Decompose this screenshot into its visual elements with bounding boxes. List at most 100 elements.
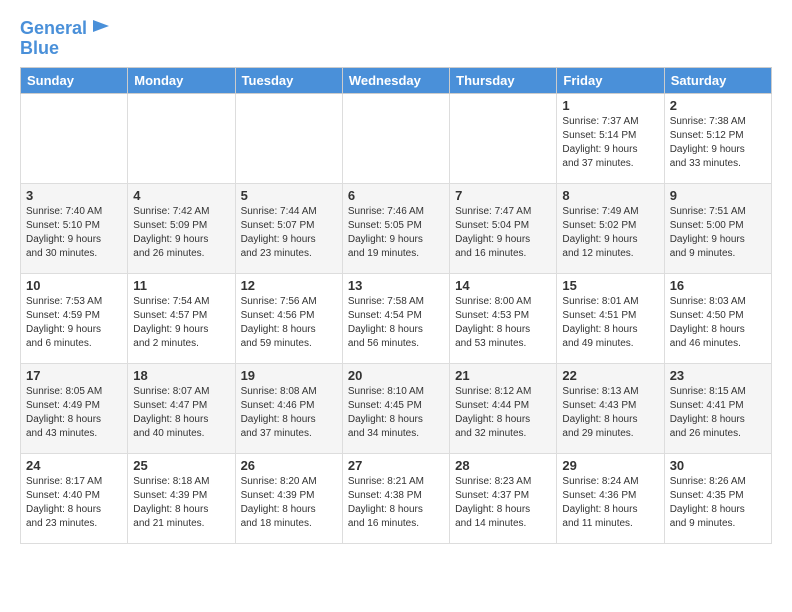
day-info: Sunrise: 7:49 AM Sunset: 5:02 PM Dayligh… — [562, 205, 658, 261]
weekday-header-wednesday: Wednesday — [342, 67, 449, 93]
calendar-cell: 23Sunrise: 8:15 AM Sunset: 4:41 PM Dayli… — [664, 363, 771, 453]
calendar-cell: 5 Sunrise: 7:44 AM Sunset: 5:07 PM Daylig… — [235, 183, 342, 273]
calendar-cell: 6 Sunrise: 7:46 AM Sunset: 5:05 PM Daylig… — [342, 183, 449, 273]
weekday-header-tuesday: Tuesday — [235, 67, 342, 93]
day-number: 27 — [348, 458, 444, 473]
calendar-week-row: 24 Sunrise: 8:17 AM Sunset: 4:40 PM Dayli… — [21, 453, 772, 543]
weekday-header-friday: Friday — [557, 67, 664, 93]
day-info: Sunrise: 7:51 AM Sunset: 5:00 PM Dayligh… — [670, 205, 766, 261]
day-number: 20 — [348, 368, 444, 383]
day-info: Sunrise: 8:23 AM Sunset: 4:37 PM Dayligh… — [455, 475, 551, 531]
weekday-header-monday: Monday — [128, 67, 235, 93]
calendar-cell: 28 Sunrise: 8:23 AM Sunset: 4:37 PM Dayli… — [450, 453, 557, 543]
calendar-week-row: 1 Sunrise: 7:37 AM Sunset: 5:14 PM Daylig… — [21, 93, 772, 183]
day-number: 19 — [241, 368, 337, 383]
logo: General Blue — [20, 16, 111, 59]
day-info: Sunrise: 8:20 AM Sunset: 4:39 PM Dayligh… — [241, 475, 337, 531]
day-info: Sunrise: 8:13 AM Sunset: 4:43 PM Dayligh… — [562, 385, 658, 441]
day-info: Sunrise: 8:18 AM Sunset: 4:39 PM Dayligh… — [133, 475, 229, 531]
calendar-cell: 3Sunrise: 7:40 AM Sunset: 5:10 PM Daylig… — [21, 183, 128, 273]
day-info: Sunrise: 8:17 AM Sunset: 4:40 PM Dayligh… — [26, 475, 122, 531]
calendar-cell — [21, 93, 128, 183]
day-number: 16 — [670, 278, 766, 293]
day-number: 2 — [670, 98, 766, 113]
calendar-header-row: SundayMondayTuesdayWednesdayThursdayFrid… — [21, 67, 772, 93]
day-number: 24 — [26, 458, 122, 473]
day-info: Sunrise: 8:00 AM Sunset: 4:53 PM Dayligh… — [455, 295, 551, 351]
day-number: 29 — [562, 458, 658, 473]
day-number: 11 — [133, 278, 229, 293]
calendar-cell: 15Sunrise: 8:01 AM Sunset: 4:51 PM Dayli… — [557, 273, 664, 363]
day-number: 10 — [26, 278, 122, 293]
day-info: Sunrise: 8:21 AM Sunset: 4:38 PM Dayligh… — [348, 475, 444, 531]
day-info: Sunrise: 7:54 AM Sunset: 4:57 PM Dayligh… — [133, 295, 229, 351]
day-info: Sunrise: 7:58 AM Sunset: 4:54 PM Dayligh… — [348, 295, 444, 351]
calendar-cell: 16 Sunrise: 8:03 AM Sunset: 4:50 PM Dayli… — [664, 273, 771, 363]
day-info: Sunrise: 8:07 AM Sunset: 4:47 PM Dayligh… — [133, 385, 229, 441]
calendar-cell: 25 Sunrise: 8:18 AM Sunset: 4:39 PM Dayli… — [128, 453, 235, 543]
calendar-cell: 27 Sunrise: 8:21 AM Sunset: 4:38 PM Dayli… — [342, 453, 449, 543]
calendar-cell: 21 Sunrise: 8:12 AM Sunset: 4:44 PM Dayli… — [450, 363, 557, 453]
day-number: 1 — [562, 98, 658, 113]
logo-arrow-icon — [91, 16, 111, 36]
calendar-cell: 20 Sunrise: 8:10 AM Sunset: 4:45 PM Dayli… — [342, 363, 449, 453]
weekday-header-sunday: Sunday — [21, 67, 128, 93]
calendar-cell: 14 Sunrise: 8:00 AM Sunset: 4:53 PM Dayli… — [450, 273, 557, 363]
day-number: 28 — [455, 458, 551, 473]
day-number: 5 — [241, 188, 337, 203]
calendar-cell: 2 Sunrise: 7:38 AM Sunset: 5:12 PM Daylig… — [664, 93, 771, 183]
calendar-cell — [450, 93, 557, 183]
day-number: 18 — [133, 368, 229, 383]
calendar-cell: 1 Sunrise: 7:37 AM Sunset: 5:14 PM Daylig… — [557, 93, 664, 183]
day-number: 7 — [455, 188, 551, 203]
day-number: 8 — [562, 188, 658, 203]
day-number: 9 — [670, 188, 766, 203]
day-info: Sunrise: 7:47 AM Sunset: 5:04 PM Dayligh… — [455, 205, 551, 261]
day-number: 12 — [241, 278, 337, 293]
page-header: General Blue — [20, 16, 772, 59]
day-info: Sunrise: 7:37 AM Sunset: 5:14 PM Dayligh… — [562, 115, 658, 171]
day-info: Sunrise: 7:53 AM Sunset: 4:59 PM Dayligh… — [26, 295, 122, 351]
day-number: 4 — [133, 188, 229, 203]
calendar-cell: 9 Sunrise: 7:51 AM Sunset: 5:00 PM Daylig… — [664, 183, 771, 273]
calendar-cell — [342, 93, 449, 183]
calendar-week-row: 10 Sunrise: 7:53 AM Sunset: 4:59 PM Dayli… — [21, 273, 772, 363]
day-number: 22 — [562, 368, 658, 383]
calendar-cell: 19 Sunrise: 8:08 AM Sunset: 4:46 PM Dayli… — [235, 363, 342, 453]
day-info: Sunrise: 8:03 AM Sunset: 4:50 PM Dayligh… — [670, 295, 766, 351]
day-info: Sunrise: 7:56 AM Sunset: 4:56 PM Dayligh… — [241, 295, 337, 351]
day-info: Sunrise: 8:24 AM Sunset: 4:36 PM Dayligh… — [562, 475, 658, 531]
calendar-cell — [235, 93, 342, 183]
day-number: 3 — [26, 188, 122, 203]
day-info: Sunrise: 7:44 AM Sunset: 5:07 PM Dayligh… — [241, 205, 337, 261]
weekday-header-thursday: Thursday — [450, 67, 557, 93]
calendar-cell: 7 Sunrise: 7:47 AM Sunset: 5:04 PM Daylig… — [450, 183, 557, 273]
day-info: Sunrise: 8:08 AM Sunset: 4:46 PM Dayligh… — [241, 385, 337, 441]
day-info: Sunrise: 8:10 AM Sunset: 4:45 PM Dayligh… — [348, 385, 444, 441]
day-number: 14 — [455, 278, 551, 293]
calendar-cell: 12 Sunrise: 7:56 AM Sunset: 4:56 PM Dayli… — [235, 273, 342, 363]
logo-text-line2: Blue — [20, 39, 59, 59]
day-number: 15 — [562, 278, 658, 293]
calendar-cell: 4Sunrise: 7:42 AM Sunset: 5:09 PM Daylig… — [128, 183, 235, 273]
day-info: Sunrise: 8:05 AM Sunset: 4:49 PM Dayligh… — [26, 385, 122, 441]
day-number: 21 — [455, 368, 551, 383]
day-info: Sunrise: 8:15 AM Sunset: 4:41 PM Dayligh… — [670, 385, 766, 441]
calendar-table: SundayMondayTuesdayWednesdayThursdayFrid… — [20, 67, 772, 544]
day-info: Sunrise: 7:46 AM Sunset: 5:05 PM Dayligh… — [348, 205, 444, 261]
day-info: Sunrise: 8:12 AM Sunset: 4:44 PM Dayligh… — [455, 385, 551, 441]
calendar-week-row: 3Sunrise: 7:40 AM Sunset: 5:10 PM Daylig… — [21, 183, 772, 273]
day-info: Sunrise: 7:38 AM Sunset: 5:12 PM Dayligh… — [670, 115, 766, 171]
day-number: 26 — [241, 458, 337, 473]
day-info: Sunrise: 8:26 AM Sunset: 4:35 PM Dayligh… — [670, 475, 766, 531]
day-number: 25 — [133, 458, 229, 473]
day-number: 6 — [348, 188, 444, 203]
weekday-header-saturday: Saturday — [664, 67, 771, 93]
calendar-cell: 8 Sunrise: 7:49 AM Sunset: 5:02 PM Daylig… — [557, 183, 664, 273]
calendar-cell: 10 Sunrise: 7:53 AM Sunset: 4:59 PM Dayli… — [21, 273, 128, 363]
calendar-week-row: 17Sunrise: 8:05 AM Sunset: 4:49 PM Dayli… — [21, 363, 772, 453]
day-number: 13 — [348, 278, 444, 293]
logo-text-line1: General — [20, 19, 87, 39]
calendar-cell: 29 Sunrise: 8:24 AM Sunset: 4:36 PM Dayli… — [557, 453, 664, 543]
calendar-cell: 17Sunrise: 8:05 AM Sunset: 4:49 PM Dayli… — [21, 363, 128, 453]
